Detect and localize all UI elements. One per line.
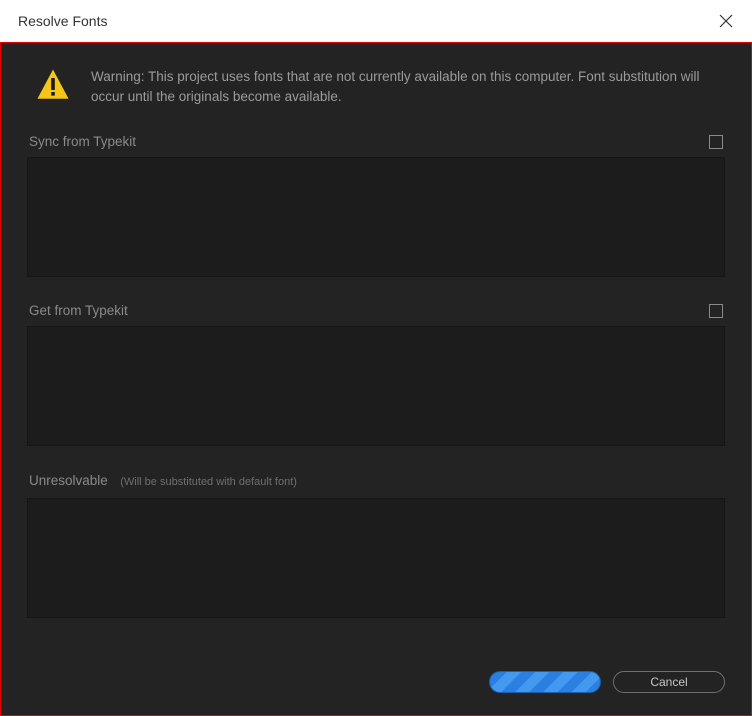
close-button[interactable]	[714, 9, 738, 33]
unresolvable-sublabel: (Will be substituted with default font)	[120, 476, 297, 488]
sync-list[interactable]	[27, 157, 725, 277]
get-label: Get from Typekit	[29, 303, 128, 318]
dialog-body: Warning: This project uses fonts that ar…	[0, 42, 752, 716]
get-section-header: Get from Typekit	[27, 303, 725, 318]
cancel-button-label: Cancel	[650, 675, 687, 689]
warning-text: Warning: This project uses fonts that ar…	[91, 65, 725, 106]
warning-row: Warning: This project uses fonts that ar…	[27, 65, 725, 106]
unresolvable-label-group: Unresolvable (Will be substituted with d…	[29, 472, 297, 490]
unresolvable-label: Unresolvable	[29, 473, 108, 488]
unresolvable-section: Unresolvable (Will be substituted with d…	[27, 472, 725, 618]
ok-button[interactable]	[489, 671, 601, 693]
unresolvable-list[interactable]	[27, 498, 725, 618]
close-icon	[719, 14, 733, 28]
sync-section: Sync from Typekit	[27, 134, 725, 277]
button-row: Cancel	[27, 653, 725, 693]
resolve-fonts-dialog: Resolve Fonts Warning: This project uses…	[0, 0, 752, 716]
titlebar: Resolve Fonts	[0, 0, 752, 42]
get-checkbox[interactable]	[709, 304, 723, 318]
dialog-title: Resolve Fonts	[18, 13, 107, 29]
get-section: Get from Typekit	[27, 303, 725, 446]
sync-section-header: Sync from Typekit	[27, 134, 725, 149]
get-list[interactable]	[27, 326, 725, 446]
warning-icon	[35, 67, 71, 103]
sync-checkbox[interactable]	[709, 135, 723, 149]
unresolvable-section-header: Unresolvable (Will be substituted with d…	[27, 472, 725, 490]
cancel-button[interactable]: Cancel	[613, 671, 725, 693]
sync-label: Sync from Typekit	[29, 134, 136, 149]
